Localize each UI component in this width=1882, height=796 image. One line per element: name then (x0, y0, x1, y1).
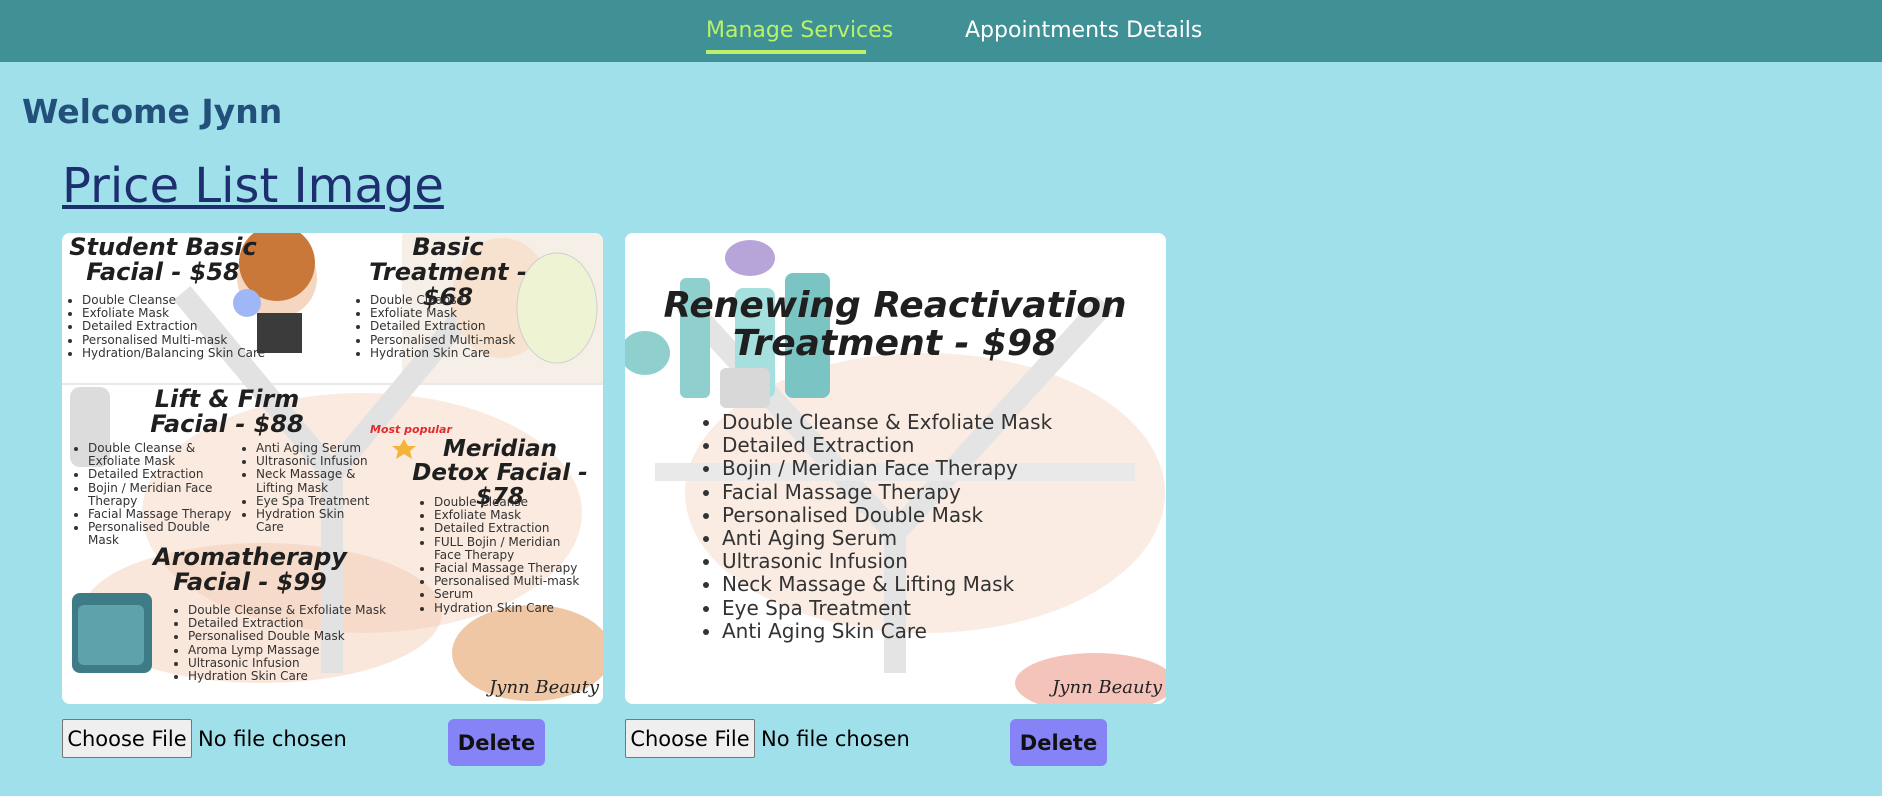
delete-button[interactable]: Delete (1010, 719, 1107, 766)
list-item: Ultrasonic Infusion (722, 550, 1052, 573)
list-item: Neck Massage & Lifting Mask (722, 573, 1052, 596)
list-item: Facial Massage Therapy (722, 480, 1052, 504)
list-item: Detailed Extraction (370, 320, 515, 333)
list-item: Hydration Skin Care (188, 669, 386, 683)
flyer-title: Renewing Reactivation Treatment - $98 (663, 285, 1127, 364)
price-list-image-2: Renewing Reactivation Treatment - $98 Do… (625, 233, 1166, 704)
list-item: Neck Massage & Lifting Mask (256, 468, 367, 495)
price-list-title: Price List Image (62, 158, 444, 214)
delete-button[interactable]: Delete (448, 719, 545, 766)
block-list-lift-firm: Double Cleanse & Exfoliate Mask Detailed… (74, 441, 244, 548)
list-item: Double Cleanse & Exfoliate Mask (88, 441, 244, 468)
list-item: Personalised Double Mask (722, 503, 1052, 527)
list-item: Eye Spa Treatment (722, 596, 1052, 620)
nav-appointments-details[interactable]: Appointments Details (965, 18, 1202, 44)
list-item: Anti Aging Serum (722, 526, 1052, 550)
price-list-image-1: Student Basic Facial - $58 Double Cleans… (62, 233, 603, 704)
list-item: Hydration Skin Care (434, 601, 590, 615)
flyer-service-list: Double Cleanse & Exfoliate Mask Detailed… (700, 410, 1052, 643)
block-list-meridian-detox: Double Cleanse Exfoliate Mask Detailed E… (420, 495, 590, 615)
list-item: Detailed Extraction (434, 522, 590, 535)
file-status-text: No file chosen (761, 727, 910, 751)
block-list-basic-treatment: Double Cleanse Exfoliate Mask Detailed E… (356, 293, 515, 360)
list-item: Detailed Extraction (88, 468, 244, 481)
list-item: Detailed Extraction (82, 320, 265, 333)
brand-logo-text: Jynn Beauty (1052, 677, 1162, 698)
list-item: Hydration Skin Care (370, 346, 515, 360)
file-upload-row-2: Choose File No file chosen Delete (625, 719, 1115, 766)
choose-file-button[interactable]: Choose File (625, 719, 755, 758)
top-navigation-bar: Manage Services Appointments Details (0, 0, 1882, 62)
brand-logo-text: Jynn Beauty (489, 677, 599, 698)
welcome-heading: Welcome Jynn (22, 92, 283, 131)
block-list-lift-firm-2: Anti Aging Serum Ultrasonic Infusion Nec… (242, 441, 369, 534)
nav-manage-services[interactable]: Manage Services (706, 18, 893, 44)
block-list-student-basic: Double Cleanse Exfoliate Mask Detailed E… (68, 293, 265, 360)
block-title-student-basic: Student Basic Facial - $58 (69, 233, 257, 287)
list-item: Hydration/Balancing Skin Care (82, 346, 265, 360)
list-item: Serum (434, 588, 590, 601)
nav-active-underline (706, 50, 866, 54)
list-item: Double Cleanse & Exfoliate Mask (722, 410, 1052, 434)
block-title-lift-firm: Lift & Firm Facial - $88 (150, 385, 304, 439)
most-popular-label: Most popular (370, 423, 452, 436)
list-item: Detailed Extraction (722, 434, 1052, 457)
block-list-aromatherapy: Double Cleanse & Exfoliate Mask Detailed… (174, 603, 386, 683)
list-item: Personalised Multi-mask (82, 333, 265, 347)
list-item: Bojin / Meridian Face Therapy (722, 457, 1052, 480)
list-item: Anti Aging Skin Care (722, 619, 1052, 643)
choose-file-button[interactable]: Choose File (62, 719, 192, 758)
list-item: Hydration Skin Care (256, 507, 367, 534)
file-upload-row-1: Choose File No file chosen Delete (62, 719, 552, 766)
list-item: Bojin / Meridian Face Therapy (88, 481, 244, 508)
list-item: Personalised Double Mask (188, 630, 386, 643)
block-title-aromatherapy: Aromatherapy Facial - $99 (153, 543, 347, 597)
file-status-text: No file chosen (198, 727, 347, 751)
list-item: Aroma Lymp Massage (188, 643, 386, 657)
list-item: FULL Bojin / Meridian Face Therapy (434, 535, 590, 562)
list-item: Personalised Multi-mask (370, 333, 515, 347)
